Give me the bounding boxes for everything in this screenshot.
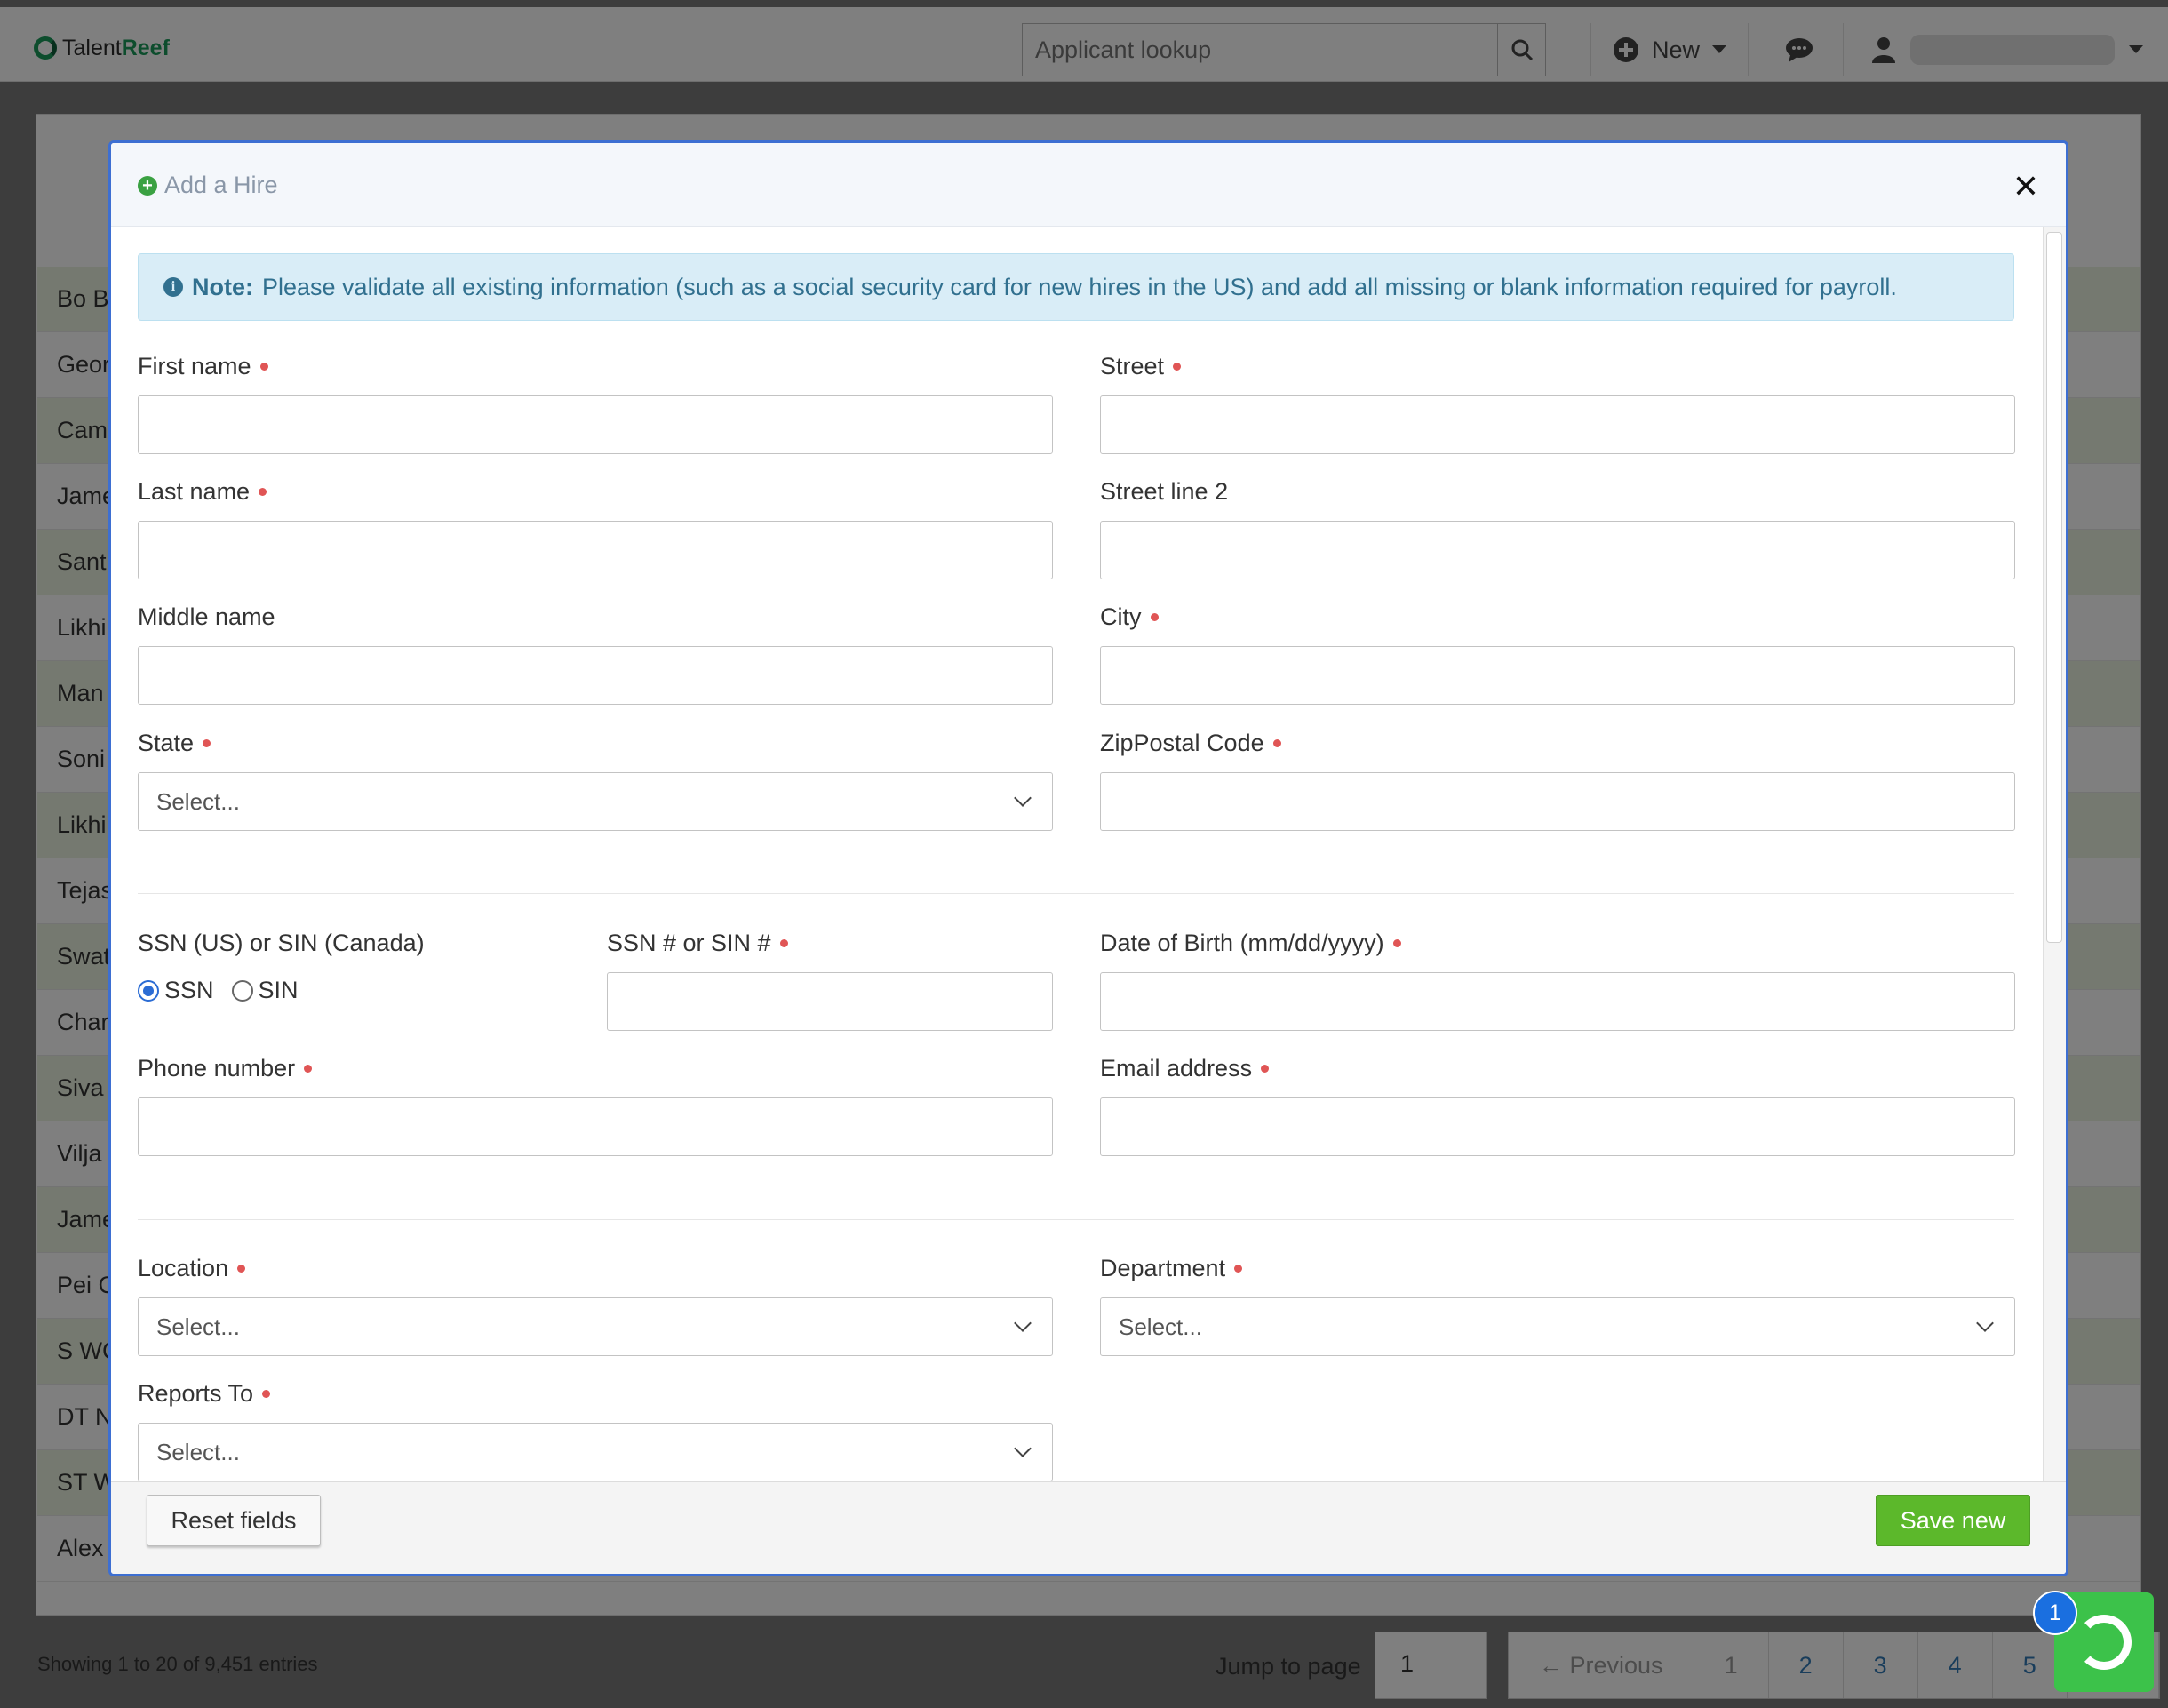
- select-placeholder: Select...: [156, 1313, 240, 1340]
- radio-ssn[interactable]: SSN: [138, 977, 214, 1004]
- required-dot: [262, 1390, 271, 1398]
- street-line-2-label: Street line 2: [1100, 478, 1228, 506]
- modal-title-text: Add a Hire: [164, 172, 278, 198]
- city-label: City: [1100, 603, 1159, 631]
- required-dot: [237, 1265, 246, 1273]
- required-dot: [1392, 939, 1401, 947]
- required-dot: [1261, 1065, 1270, 1073]
- street-line-2-input[interactable]: [1100, 521, 2015, 579]
- label-text: Location: [138, 1255, 229, 1281]
- select-placeholder: Select...: [156, 1438, 240, 1465]
- label-text: Date of Birth (mm/dd/yyyy): [1100, 930, 1384, 956]
- radio-sin[interactable]: SIN: [231, 977, 299, 1004]
- email-input[interactable]: [1100, 1097, 2015, 1156]
- label-text: Phone number: [138, 1055, 296, 1081]
- state-label: State: [138, 730, 211, 757]
- zip-label: ZipPostal Code: [1100, 730, 1281, 757]
- chevron-down-icon: [1014, 789, 1032, 807]
- dob-input[interactable]: [1100, 972, 2015, 1031]
- email-label: Email address: [1100, 1055, 1270, 1082]
- phone-input[interactable]: [138, 1097, 1053, 1156]
- state-select[interactable]: Select...: [138, 772, 1053, 831]
- ssn-type-label: SSN (US) or SIN (Canada): [138, 930, 425, 957]
- label-text: City: [1100, 603, 1142, 630]
- modal-title: + Add a Hire: [138, 172, 278, 199]
- required-dot: [1173, 363, 1182, 371]
- city-input[interactable]: [1100, 646, 2015, 705]
- required-dot: [1150, 613, 1159, 621]
- label-text: Middle name: [138, 603, 275, 630]
- zip-input[interactable]: [1100, 772, 2015, 831]
- reports-to-label: Reports To: [138, 1380, 271, 1408]
- chevron-down-icon: [1014, 1440, 1032, 1457]
- label-text: Email address: [1100, 1055, 1253, 1081]
- section-divider: [138, 1219, 2014, 1220]
- section-divider: [138, 893, 2014, 894]
- plus-circle-icon: +: [138, 175, 157, 196]
- select-placeholder: Select...: [156, 787, 240, 815]
- modal-body: i Note: Please validate all existing inf…: [111, 227, 2044, 1489]
- dob-label: Date of Birth (mm/dd/yyyy): [1100, 930, 1401, 957]
- modal-footer: Reset fields Save new: [111, 1481, 2066, 1574]
- label-text: Reports To: [138, 1380, 254, 1407]
- location-select[interactable]: Select...: [138, 1297, 1053, 1356]
- ssn-number-label: SSN # or SIN #: [607, 930, 788, 957]
- required-dot: [304, 1065, 313, 1073]
- phone-label: Phone number: [138, 1055, 313, 1082]
- street-label: Street: [1100, 353, 1182, 380]
- modal-scrollbar[interactable]: [2043, 227, 2066, 1489]
- required-dot: [1234, 1265, 1243, 1273]
- note-text: Please validate all existing information…: [262, 273, 1897, 300]
- label-text: Street: [1100, 353, 1165, 379]
- label-text: Last name: [138, 478, 251, 505]
- radio-button-checked[interactable]: [138, 979, 159, 1002]
- location-label: Location: [138, 1255, 246, 1282]
- first-name-input[interactable]: [138, 395, 1053, 454]
- app-frame: Talent Reef New Bo BGeorCamJameSantLikhi…: [0, 0, 2168, 1708]
- label-text: State: [138, 730, 195, 756]
- label-text: SSN (US) or SIN (Canada): [138, 930, 425, 956]
- notification-badge: 1: [2033, 1591, 2077, 1635]
- street-input[interactable]: [1100, 395, 2015, 454]
- label-text: ZipPostal Code: [1100, 730, 1264, 756]
- reset-fields-button[interactable]: Reset fields: [147, 1495, 321, 1546]
- scrollbar-thumb[interactable]: [2046, 232, 2062, 943]
- required-dot: [1272, 739, 1281, 747]
- radio-button[interactable]: [231, 979, 253, 1002]
- last-name-input[interactable]: [138, 521, 1053, 579]
- required-dot: [259, 363, 268, 371]
- select-placeholder: Select...: [1119, 1313, 1202, 1340]
- save-new-button[interactable]: Save new: [1876, 1495, 2030, 1546]
- department-select[interactable]: Select...: [1100, 1297, 2015, 1356]
- ssn-number-input[interactable]: [607, 972, 1053, 1031]
- chevron-down-icon: [1976, 1314, 1994, 1332]
- middle-name-label: Middle name: [138, 603, 275, 631]
- radio-label: SIN: [258, 977, 299, 1003]
- label-text: Street line 2: [1100, 478, 1229, 505]
- label-text: First name: [138, 353, 251, 379]
- refresh-ring-icon: [2076, 1615, 2132, 1670]
- add-hire-modal: + Add a Hire ✕ i Note: Please validate a…: [108, 140, 2068, 1576]
- department-label: Department: [1100, 1255, 1243, 1282]
- required-dot: [259, 488, 267, 496]
- chevron-down-icon: [1014, 1314, 1032, 1332]
- reports-to-select[interactable]: Select...: [138, 1423, 1053, 1481]
- info-icon: i: [163, 277, 183, 297]
- payroll-note: i Note: Please validate all existing inf…: [138, 253, 2014, 321]
- required-dot: [779, 939, 788, 947]
- modal-header: + Add a Hire ✕: [111, 143, 2066, 227]
- required-dot: [203, 739, 211, 747]
- label-text: Department: [1100, 1255, 1226, 1281]
- middle-name-input[interactable]: [138, 646, 1053, 705]
- first-name-label: First name: [138, 353, 268, 380]
- radio-label: SSN: [164, 977, 214, 1003]
- label-text: SSN # or SIN #: [607, 930, 771, 956]
- last-name-label: Last name: [138, 478, 267, 506]
- close-icon[interactable]: ✕: [2013, 168, 2039, 205]
- ssn-type-radio-group: SSN SIN: [138, 977, 299, 1004]
- note-label: Note:: [192, 273, 253, 300]
